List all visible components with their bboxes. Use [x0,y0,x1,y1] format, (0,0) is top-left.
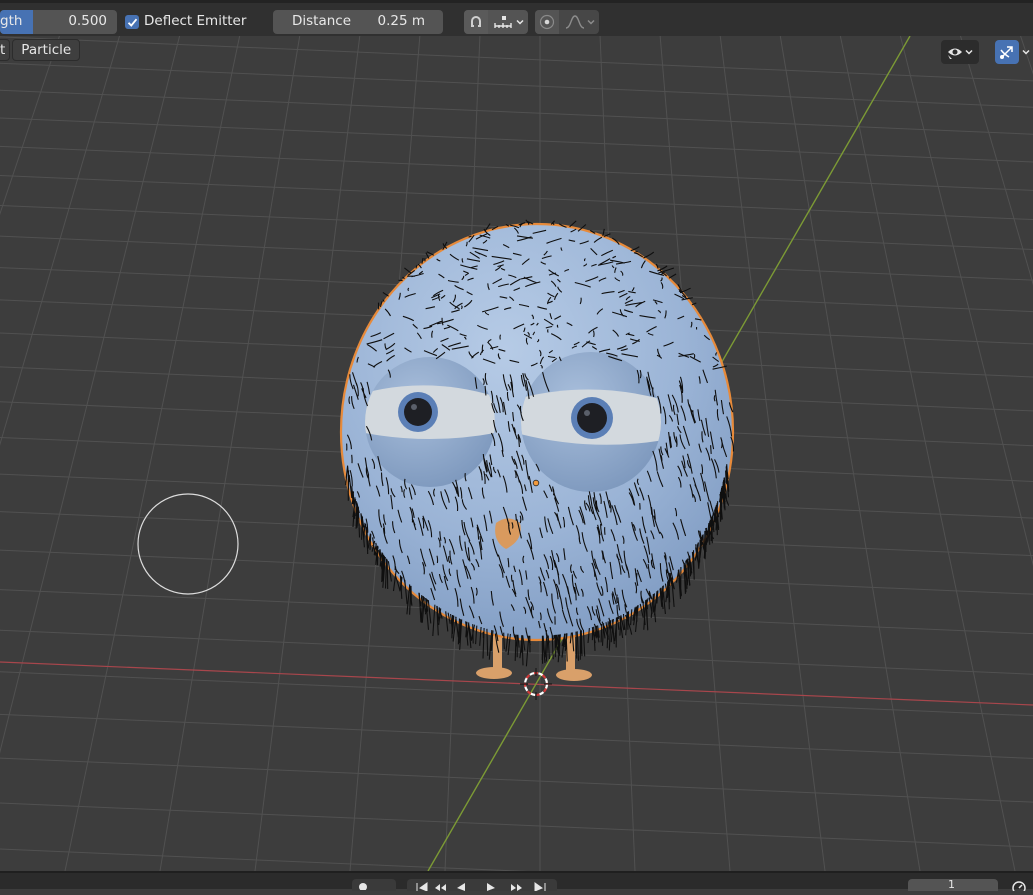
magnet-icon [471,16,481,27]
visibility-dropdown[interactable] [941,40,979,64]
snap-toggle-button[interactable] [464,10,488,34]
falloff-dropdown[interactable] [561,10,599,34]
proportional-edit-group [535,10,599,34]
viewport-header: t Particle [0,39,82,63]
chevron-down-icon [515,19,524,25]
playback-controls[interactable] [407,879,557,892]
checkmark-icon [127,18,137,27]
chevron-down-icon [587,19,595,25]
deflect-emitter-checkbox[interactable] [125,15,139,29]
smooth-falloff-icon [565,15,585,29]
length-slider[interactable]: gth 0.500 [0,10,117,34]
timeline-header: 1 [0,871,1033,895]
distance-field[interactable]: Distance 0.25 m [273,10,443,34]
particle-menu-button[interactable]: Particle [12,39,81,61]
gizmo-dropdown[interactable] [1019,40,1033,64]
proportional-edit-toggle[interactable] [535,10,559,34]
chevron-down-icon [965,49,973,55]
snap-target-dropdown[interactable] [489,10,528,34]
snap-increment-icon [493,16,512,28]
length-value: 0.500 [68,13,107,29]
distance-value: 0.25 m [377,13,425,29]
viewport-3d[interactable] [0,36,1033,871]
snap-group [464,10,528,34]
length-label: gth [0,13,23,29]
gizmo-arrows-icon [1000,46,1013,59]
playback-icons [416,882,546,892]
eye-cursor-icon [948,48,962,59]
current-frame-value: 1 [948,879,955,891]
edit-menu-partial[interactable]: t [0,39,11,61]
gizmo-toggle-button[interactable] [995,40,1019,64]
keying-toggle[interactable] [352,879,396,891]
proportional-edit-icon [539,14,555,30]
distance-label: Distance [292,13,352,29]
object-origin-point [532,479,540,487]
tool-settings-bar: gth 0.500 Deflect Emitter Distance 0.25 … [0,0,1033,36]
deflect-emitter-label: Deflect Emitter [144,13,247,29]
chevron-down-icon [1022,49,1030,55]
current-frame-field[interactable]: 1 [908,879,998,891]
